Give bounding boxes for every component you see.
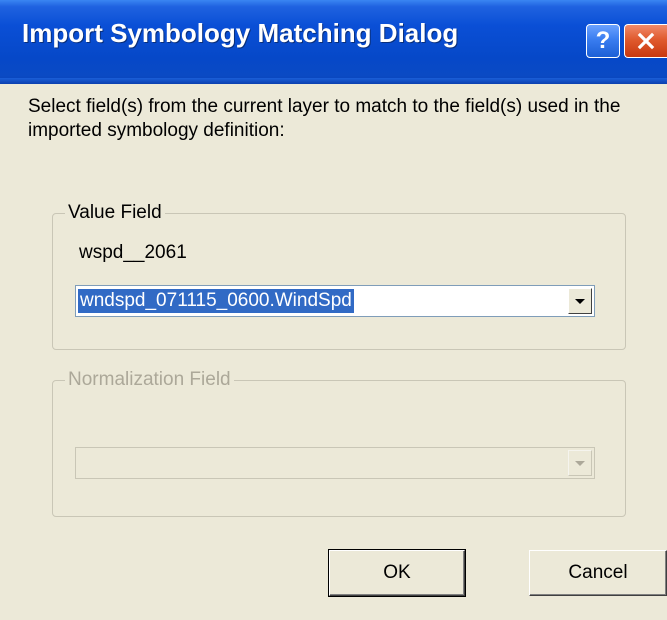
title-bar[interactable]: Import Symbology Matching Dialog ? bbox=[0, 0, 667, 84]
normalization-field-legend: Normalization Field bbox=[65, 368, 234, 392]
close-button[interactable] bbox=[624, 24, 667, 58]
import-symbology-dialog: Import Symbology Matching Dialog ? Selec… bbox=[0, 0, 667, 620]
value-field-group: Value Field bbox=[52, 201, 626, 350]
chevron-down-icon bbox=[575, 460, 585, 466]
ok-button[interactable]: OK bbox=[328, 549, 466, 597]
value-field-dropdown-button[interactable] bbox=[568, 288, 592, 314]
help-icon: ? bbox=[595, 27, 611, 54]
chevron-down-icon bbox=[575, 298, 585, 304]
value-field-dropdown[interactable]: wndspd_071115_0600.WindSpd bbox=[75, 285, 595, 317]
close-icon bbox=[637, 32, 655, 50]
title-bar-edge bbox=[0, 78, 667, 84]
normalization-field-dropdown-button bbox=[568, 450, 592, 476]
instruction-text: Select field(s) from the current layer t… bbox=[28, 96, 621, 141]
value-field-legend: Value Field bbox=[65, 201, 165, 225]
normalization-field-dropdown bbox=[75, 447, 595, 479]
value-field-selected: wndspd_071115_0600.WindSpd bbox=[78, 289, 354, 313]
window-title: Import Symbology Matching Dialog bbox=[22, 18, 459, 48]
source-field-name: wspd__2061 bbox=[79, 242, 187, 263]
cancel-button[interactable]: Cancel bbox=[529, 550, 667, 596]
help-button[interactable]: ? bbox=[586, 24, 620, 58]
